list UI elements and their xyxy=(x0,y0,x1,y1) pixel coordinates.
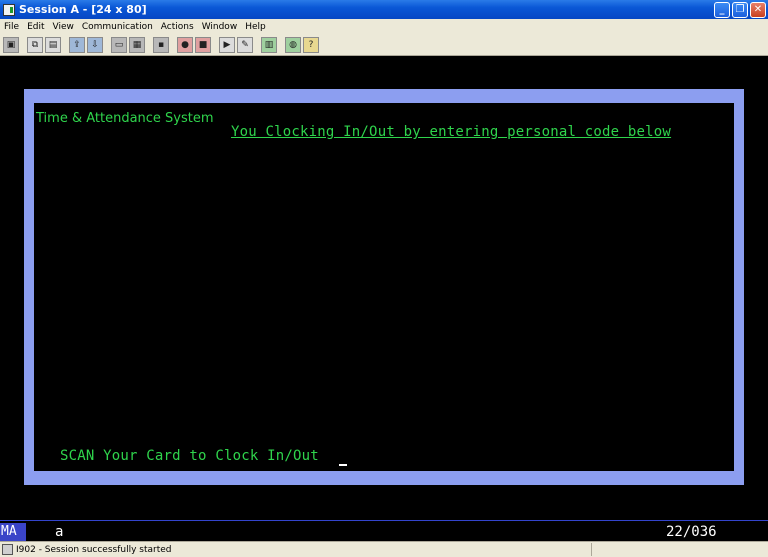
clock-instruction: You Clocking In/Out by entering personal… xyxy=(231,124,672,140)
menu-help[interactable]: Help xyxy=(241,22,270,32)
status-bar: I902 - Session successfully started xyxy=(0,541,768,557)
menu-communication[interactable]: Communication xyxy=(78,22,157,32)
receive-file-icon[interactable]: ⇩ xyxy=(87,36,103,53)
close-icon: ✕ xyxy=(753,3,763,15)
minimize-icon: _ xyxy=(719,3,725,15)
macro-icon[interactable]: ▪ xyxy=(153,36,169,53)
close-button[interactable]: ✕ xyxy=(750,1,766,18)
terminal-area[interactable]: Time & Attendance System You Clocking In… xyxy=(0,56,768,520)
app-icon[interactable] xyxy=(3,3,15,16)
terminal-screen[interactable]: Time & Attendance System You Clocking In… xyxy=(34,103,734,471)
restore-icon: ❐ xyxy=(735,3,745,15)
input-cursor[interactable] xyxy=(339,464,347,466)
print-screen-icon[interactable]: ▣ xyxy=(3,36,19,53)
copy-icon[interactable]: ⧉ xyxy=(27,36,43,53)
edit-icon[interactable]: ▥ xyxy=(261,36,277,53)
session-indicator: MA xyxy=(0,523,26,542)
stop-macro-icon[interactable]: ■ xyxy=(195,36,211,53)
title-bar: Session A - [24 x 80] _ ❐ ✕ xyxy=(0,0,768,19)
status-pane xyxy=(591,543,768,556)
operator-info-area: MA a 22/036 xyxy=(0,520,768,542)
cursor-position: 22/036 xyxy=(666,524,717,540)
system-title: Time & Attendance System xyxy=(36,111,214,126)
menu-window[interactable]: Window xyxy=(198,22,242,32)
globe-icon[interactable]: ◍ xyxy=(285,36,301,53)
keyboard-icon[interactable]: ▦ xyxy=(129,36,145,53)
input-mode: a xyxy=(55,524,64,540)
restore-button[interactable]: ❐ xyxy=(732,1,748,18)
scan-prompt: SCAN Your Card to Clock In/Out xyxy=(60,448,319,464)
toolbar: ▣ ⧉ ▤ ⇪ ⇩ ▭ ▦ ▪ ● ■ ▶ ✎ ▥ ◍ ? xyxy=(0,34,768,56)
help-icon[interactable]: ? xyxy=(303,36,319,53)
display-icon[interactable]: ▭ xyxy=(111,36,127,53)
screen-frame: Time & Attendance System You Clocking In… xyxy=(24,89,744,485)
menu-file[interactable]: File xyxy=(0,22,23,32)
customize-icon[interactable]: ✎ xyxy=(237,36,253,53)
session-status-icon xyxy=(2,544,13,555)
window-title: Session A - [24 x 80] xyxy=(19,3,147,16)
play-macro-icon[interactable]: ▶ xyxy=(219,36,235,53)
status-message: I902 - Session successfully started xyxy=(16,544,172,555)
menu-actions[interactable]: Actions xyxy=(157,22,198,32)
menu-bar: File Edit View Communication Actions Win… xyxy=(0,19,768,34)
paste-icon[interactable]: ▤ xyxy=(45,36,61,53)
menu-view[interactable]: View xyxy=(49,22,78,32)
send-file-icon[interactable]: ⇪ xyxy=(69,36,85,53)
minimize-button[interactable]: _ xyxy=(714,1,730,18)
record-macro-icon[interactable]: ● xyxy=(177,36,193,53)
menu-edit[interactable]: Edit xyxy=(23,22,48,32)
